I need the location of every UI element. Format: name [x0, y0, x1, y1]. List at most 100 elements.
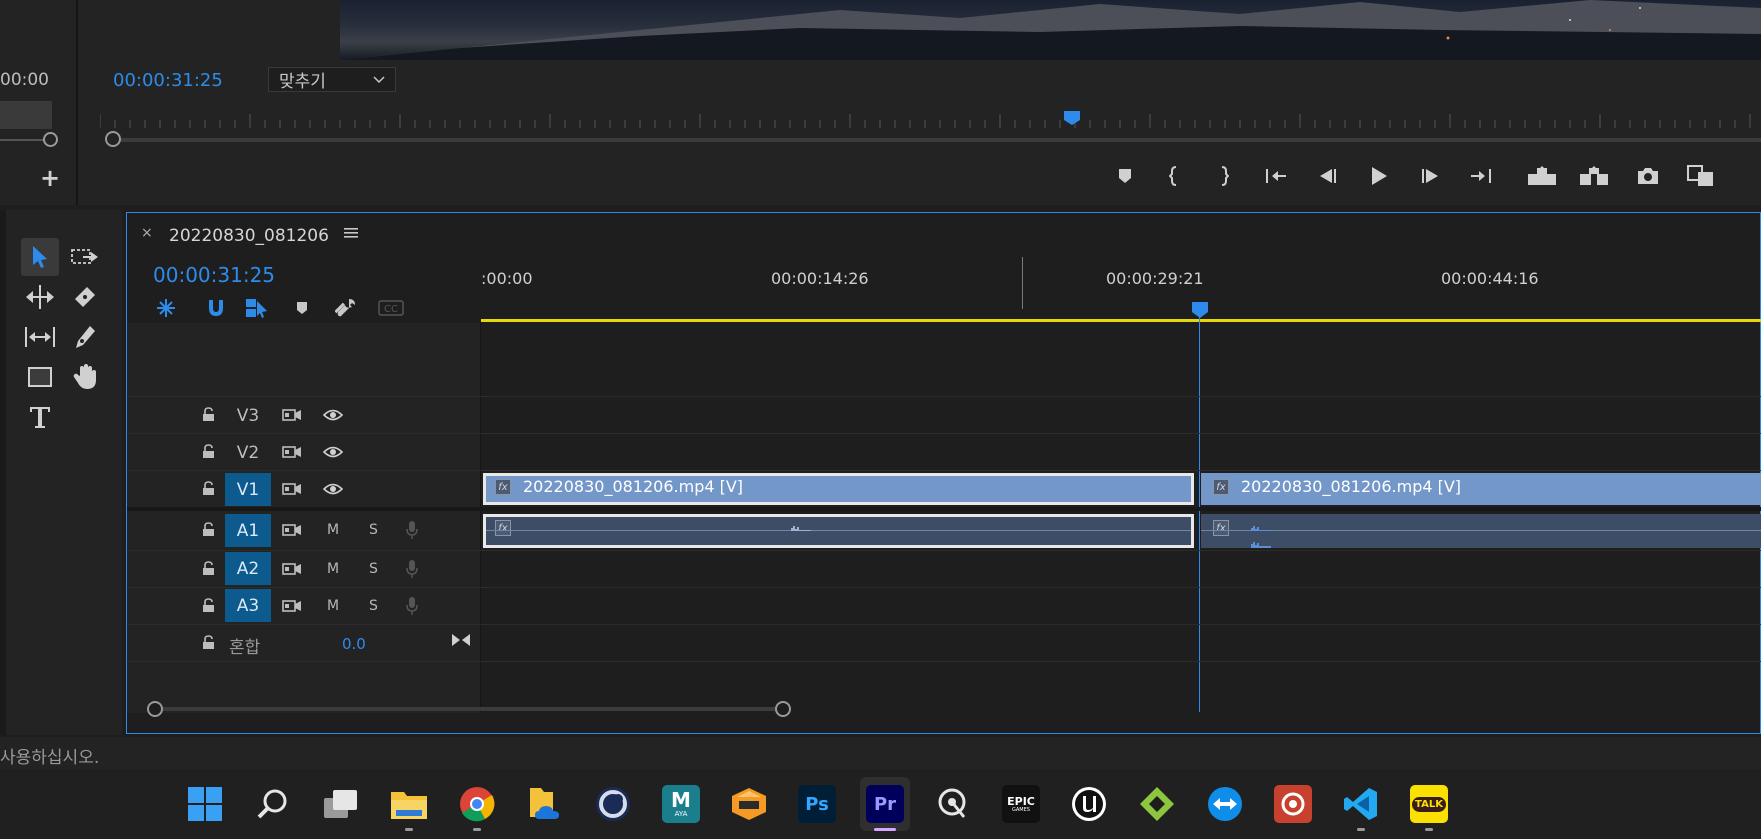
mark-in-button[interactable]	[1150, 152, 1197, 199]
rectangle-tool[interactable]	[21, 358, 59, 396]
monitor-playhead-marker[interactable]	[1063, 110, 1081, 126]
microphone-icon[interactable]	[406, 596, 418, 616]
solo-button[interactable]: S	[369, 561, 378, 577]
lock-icon[interactable]	[202, 407, 215, 422]
lock-icon[interactable]	[202, 444, 215, 459]
sync-lock-icon[interactable]	[282, 562, 302, 576]
sync-lock-icon[interactable]	[282, 523, 302, 537]
timeline-tab[interactable]: × 20220830_081206	[127, 213, 467, 259]
source-scrub-bar[interactable]	[0, 101, 52, 129]
lock-icon[interactable]	[202, 561, 215, 576]
panel-menu-icon[interactable]	[344, 227, 358, 239]
lock-icon[interactable]	[202, 598, 215, 613]
track-label-v2[interactable]: V2	[225, 436, 271, 469]
monitor-zoom-track[interactable]	[110, 138, 1761, 142]
go-to-out-button[interactable]	[1457, 152, 1504, 199]
monitor-time-ruler[interactable]	[100, 112, 1761, 128]
slip-tool[interactable]	[21, 318, 59, 356]
solo-button[interactable]: S	[369, 522, 378, 538]
taskbar-maya-icon[interactable]: M AYA	[656, 777, 706, 831]
taskbar-task-view-icon[interactable]	[316, 777, 366, 831]
add-marker-icon[interactable]	[289, 295, 315, 321]
close-tab-icon[interactable]: ×	[141, 225, 153, 241]
taskbar-vscode-icon[interactable]	[1336, 777, 1386, 831]
taskbar-onedrive-folder-icon[interactable]	[520, 777, 570, 831]
fit-dropdown[interactable]: 맞추기	[268, 67, 396, 92]
timeline-playhead-marker[interactable]	[1191, 301, 1209, 319]
extract-button[interactable]	[1570, 152, 1617, 199]
eye-icon[interactable]	[323, 409, 343, 421]
add-button[interactable]: +	[40, 166, 60, 190]
sync-lock-icon[interactable]	[282, 408, 302, 422]
taskbar-substance-icon[interactable]	[1132, 777, 1182, 831]
track-select-forward-tool[interactable]	[66, 238, 104, 276]
snap-magnet-icon[interactable]	[203, 295, 229, 321]
taskbar-kakaotalk-icon[interactable]: TALK	[1404, 777, 1454, 831]
taskbar-blender-like-icon[interactable]	[724, 777, 774, 831]
eye-icon[interactable]	[323, 446, 343, 458]
timeline-zoom-start-knob[interactable]	[147, 701, 163, 717]
ripple-edit-tool[interactable]	[21, 278, 59, 316]
track-label-a2[interactable]: A2	[225, 552, 271, 585]
sync-lock-icon[interactable]	[282, 482, 302, 496]
lock-icon[interactable]	[202, 481, 215, 496]
nest-insert-icon[interactable]	[153, 295, 179, 321]
hand-tool[interactable]	[66, 358, 104, 396]
mix-value[interactable]: 0.0	[342, 635, 366, 653]
monitor-zoom-knob[interactable]	[105, 131, 121, 147]
lock-icon[interactable]	[202, 522, 215, 537]
taskbar-windows-start-icon[interactable]	[180, 777, 230, 831]
taskbar-chrome-icon[interactable]	[452, 777, 502, 831]
program-timecode[interactable]: 00:00:31:25	[113, 70, 223, 91]
timeline-zoom-end-knob[interactable]	[775, 701, 791, 717]
compare-view-button[interactable]	[1677, 152, 1724, 199]
export-frame-button[interactable]	[1624, 152, 1671, 199]
selection-tool[interactable]	[21, 238, 59, 276]
sync-lock-icon[interactable]	[282, 599, 302, 613]
timeline-timecode[interactable]: 00:00:31:25	[153, 263, 275, 287]
v1-clip[interactable]: fx 20220830_081206.mp4 [V]	[1201, 473, 1761, 505]
work-area-bar[interactable]	[481, 319, 1761, 322]
go-to-edit-icon[interactable]	[451, 633, 471, 647]
taskbar-cinema4d-icon[interactable]	[588, 777, 638, 831]
taskbar-premiere-icon[interactable]: Pr	[860, 777, 910, 831]
microphone-icon[interactable]	[406, 559, 418, 579]
taskbar-search-icon[interactable]	[248, 777, 298, 831]
taskbar-davinci-icon[interactable]	[1268, 777, 1318, 831]
go-to-in-button[interactable]	[1252, 152, 1299, 199]
lock-icon[interactable]	[202, 635, 215, 650]
captions-icon[interactable]: CC	[377, 295, 405, 321]
track-label-a1[interactable]: A1	[225, 514, 271, 547]
lift-button[interactable]	[1518, 152, 1565, 199]
mute-button[interactable]: M	[327, 522, 339, 538]
microphone-icon[interactable]	[406, 520, 418, 540]
play-button[interactable]	[1355, 152, 1402, 199]
v1-clip-selected[interactable]: fx 20220830_081206.mp4 [V]	[483, 473, 1194, 505]
step-back-button[interactable]	[1304, 152, 1351, 199]
step-forward-button[interactable]	[1406, 152, 1453, 199]
type-tool[interactable]	[21, 398, 59, 436]
pen-tool[interactable]	[66, 318, 104, 356]
mute-button[interactable]: M	[327, 561, 339, 577]
track-label-v3[interactable]: V3	[225, 399, 271, 432]
taskbar-teamviewer-icon[interactable]	[1200, 777, 1250, 831]
add-marker-button[interactable]	[1101, 152, 1148, 199]
source-zoom-knob[interactable]	[43, 132, 58, 147]
timeline-ruler[interactable]: :00:00 00:00:14:26 00:00:29:21 00:00:44:…	[481, 253, 1761, 309]
taskbar-quixel-icon[interactable]	[928, 777, 978, 831]
mute-button[interactable]: M	[327, 598, 339, 614]
linked-selection-icon[interactable]	[244, 295, 270, 321]
timeline-zoom-track[interactable]	[154, 707, 789, 711]
taskbar-unreal-icon[interactable]	[1064, 777, 1114, 831]
razor-tool[interactable]	[66, 278, 104, 316]
taskbar-file-explorer-icon[interactable]	[384, 777, 434, 831]
mark-out-button[interactable]	[1200, 152, 1247, 199]
track-label-a3[interactable]: A3	[225, 589, 271, 622]
taskbar-epic-games-icon[interactable]: EPIC GAMES	[996, 777, 1046, 831]
eye-icon[interactable]	[323, 483, 343, 495]
sync-lock-icon[interactable]	[282, 445, 302, 459]
a1-clip[interactable]: fx	[1201, 514, 1761, 548]
track-label-v1[interactable]: V1	[225, 473, 271, 506]
sequence-name[interactable]: 20220830_081206	[169, 226, 329, 246]
solo-button[interactable]: S	[369, 598, 378, 614]
